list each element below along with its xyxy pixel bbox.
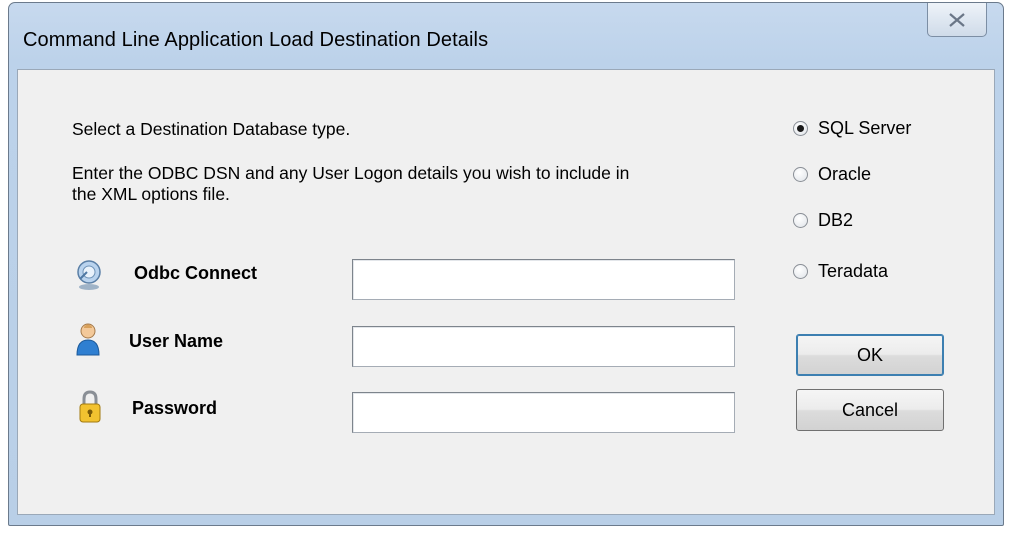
password-label: Password bbox=[132, 398, 218, 418]
close-button[interactable] bbox=[927, 3, 987, 37]
user-name-label: User Name bbox=[129, 331, 224, 351]
radio-db2-label: DB2 bbox=[818, 210, 854, 230]
cancel-button[interactable]: Cancel bbox=[796, 389, 944, 431]
user-icon bbox=[76, 323, 100, 356]
enter-dsn-instruction-line2: the XML options file. bbox=[72, 184, 230, 204]
radio-sql-server-label: SQL Server bbox=[818, 118, 912, 138]
radio-button[interactable] bbox=[793, 167, 808, 182]
radio-teradata-label: Teradata bbox=[818, 261, 889, 281]
odbc-connect-icon bbox=[77, 260, 101, 290]
dialog-body: Select a Destination Database type. Ente… bbox=[17, 69, 995, 515]
enter-dsn-instruction-line1: Enter the ODBC DSN and any User Logon de… bbox=[72, 163, 630, 183]
dialog-window: Command Line Application Load Destinatio… bbox=[8, 2, 1004, 526]
radio-db2[interactable]: DB2 bbox=[793, 210, 853, 231]
radio-button[interactable] bbox=[793, 264, 808, 279]
lock-icon bbox=[79, 390, 101, 423]
password-input[interactable] bbox=[352, 392, 735, 433]
select-db-type-instruction: Select a Destination Database type. bbox=[72, 119, 351, 139]
radio-oracle-label: Oracle bbox=[818, 164, 872, 184]
odbc-connect-label: Odbc Connect bbox=[134, 263, 258, 283]
close-icon bbox=[949, 12, 965, 27]
radio-sql-server[interactable]: SQL Server bbox=[793, 118, 911, 139]
title-bar[interactable]: Command Line Application Load Destinatio… bbox=[9, 3, 1003, 69]
radio-button[interactable] bbox=[793, 213, 808, 228]
radio-teradata[interactable]: Teradata bbox=[793, 261, 888, 282]
odbc-connect-input[interactable] bbox=[352, 259, 735, 300]
window-title: Command Line Application Load Destinatio… bbox=[23, 29, 489, 51]
ok-button[interactable]: OK bbox=[796, 334, 944, 376]
radio-oracle[interactable]: Oracle bbox=[793, 164, 871, 185]
radio-button-checked[interactable] bbox=[793, 121, 808, 136]
user-name-input[interactable] bbox=[352, 326, 735, 367]
